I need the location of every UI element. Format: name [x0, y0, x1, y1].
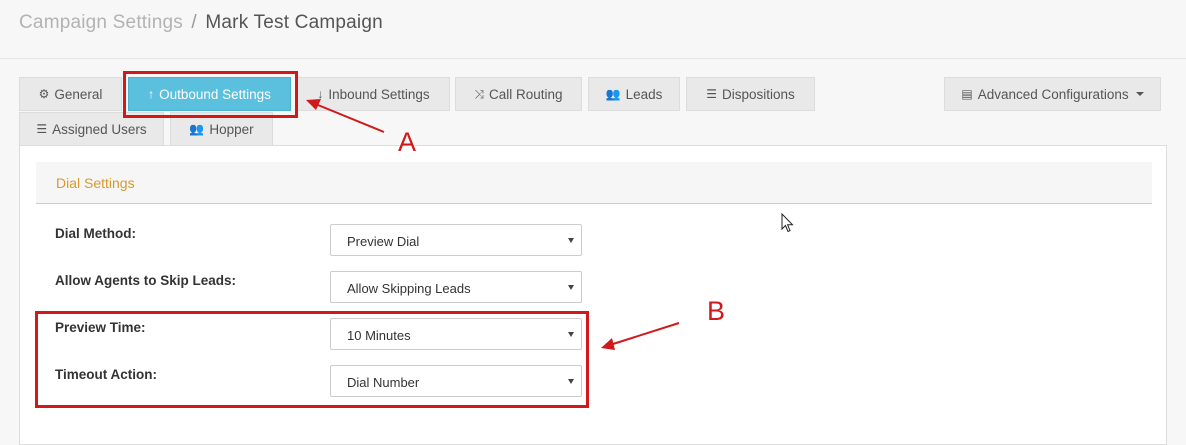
- annotation-label-b: B: [707, 296, 726, 326]
- annotation-arrowhead-b: [601, 338, 615, 350]
- annotation-arrows: [306, 99, 680, 350]
- annotation-label-a: A: [398, 127, 417, 157]
- annotation-arrow-b: [612, 322, 680, 345]
- annotation-arrow-a: [317, 104, 385, 133]
